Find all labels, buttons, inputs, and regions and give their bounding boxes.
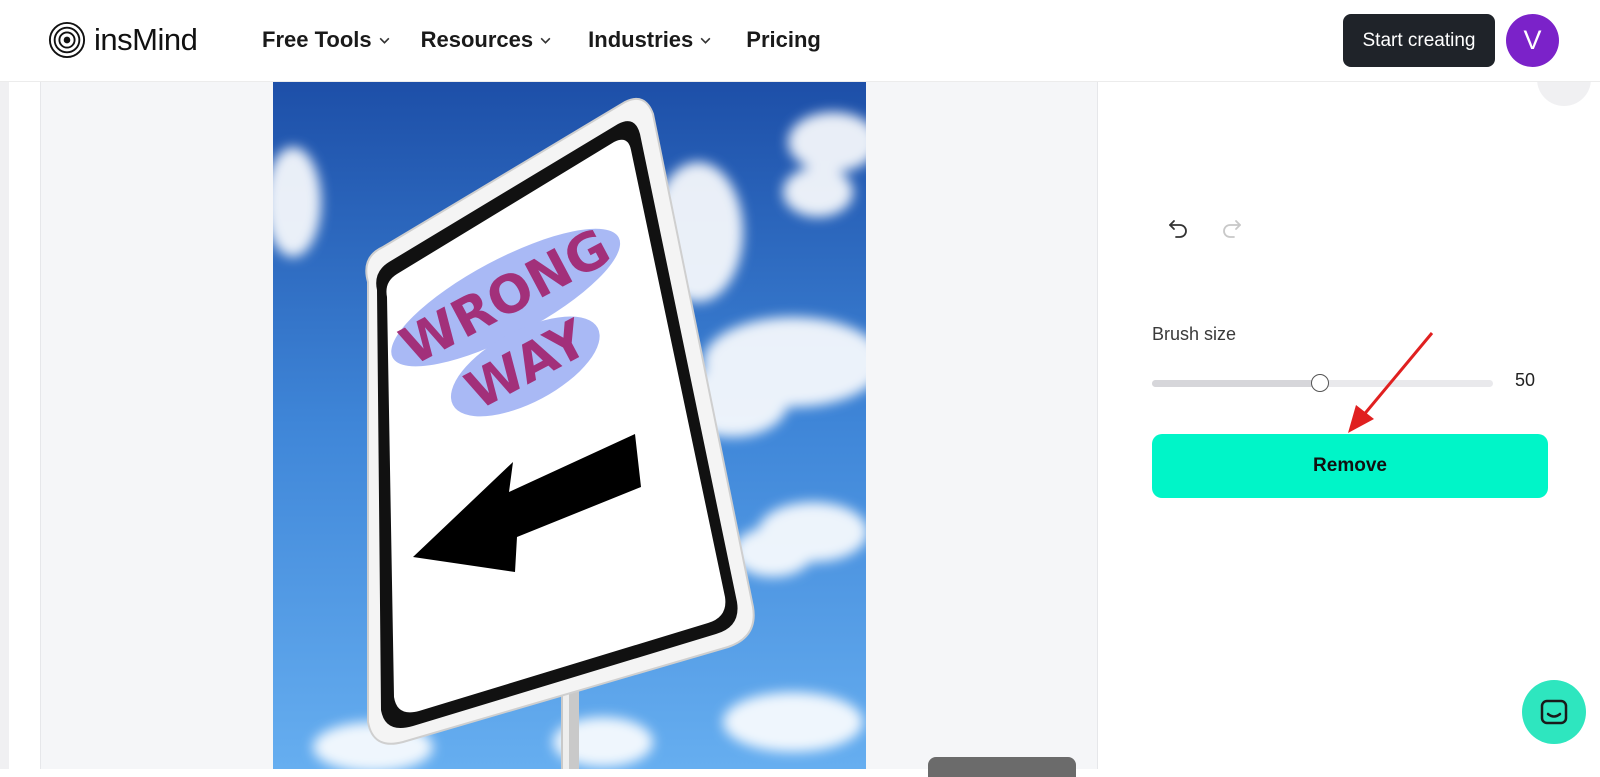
main-nav: Free Tools Resources Industries Pricing [262, 24, 821, 56]
chevron-down-icon [379, 37, 390, 44]
top-header: insMind Free Tools Resources Industries … [0, 0, 1600, 82]
chat-support-button[interactable] [1522, 680, 1586, 744]
red-arrow-annotation [1348, 332, 1434, 433]
start-creating-button[interactable]: Start creating [1343, 14, 1495, 67]
nav-free-tools[interactable]: Free Tools [262, 24, 391, 56]
nav-resources[interactable]: Resources [421, 24, 553, 56]
bottom-toolbar-tab[interactable] [928, 757, 1076, 777]
editing-image[interactable]: WRONG WAY [273, 82, 866, 769]
brand-logo[interactable]: insMind [48, 20, 198, 60]
nav-industries[interactable]: Industries [588, 24, 712, 56]
nav-pricing[interactable]: Pricing [746, 24, 821, 56]
nav-label: Resources [420, 27, 534, 52]
nav-label: Pricing [746, 27, 821, 52]
chevron-down-icon [540, 37, 551, 44]
brush-size-label: Brush size [1152, 324, 1237, 344]
redo-icon[interactable] [1220, 216, 1244, 240]
nav-label: Free Tools [262, 27, 372, 52]
brand-name: insMind [94, 22, 198, 57]
chat-icon [1540, 699, 1568, 725]
brush-size-value: 50 [1515, 370, 1536, 390]
nav-label: Industries [588, 27, 694, 52]
user-avatar[interactable]: V [1506, 14, 1559, 67]
remove-button[interactable]: Remove [1152, 434, 1548, 498]
slider-handle[interactable] [1311, 374, 1329, 392]
undo-icon[interactable] [1166, 216, 1190, 240]
logo-icon [48, 21, 86, 59]
slider-fill [1152, 380, 1317, 387]
left-edge-strip [0, 82, 9, 769]
chevron-down-icon [700, 37, 711, 44]
